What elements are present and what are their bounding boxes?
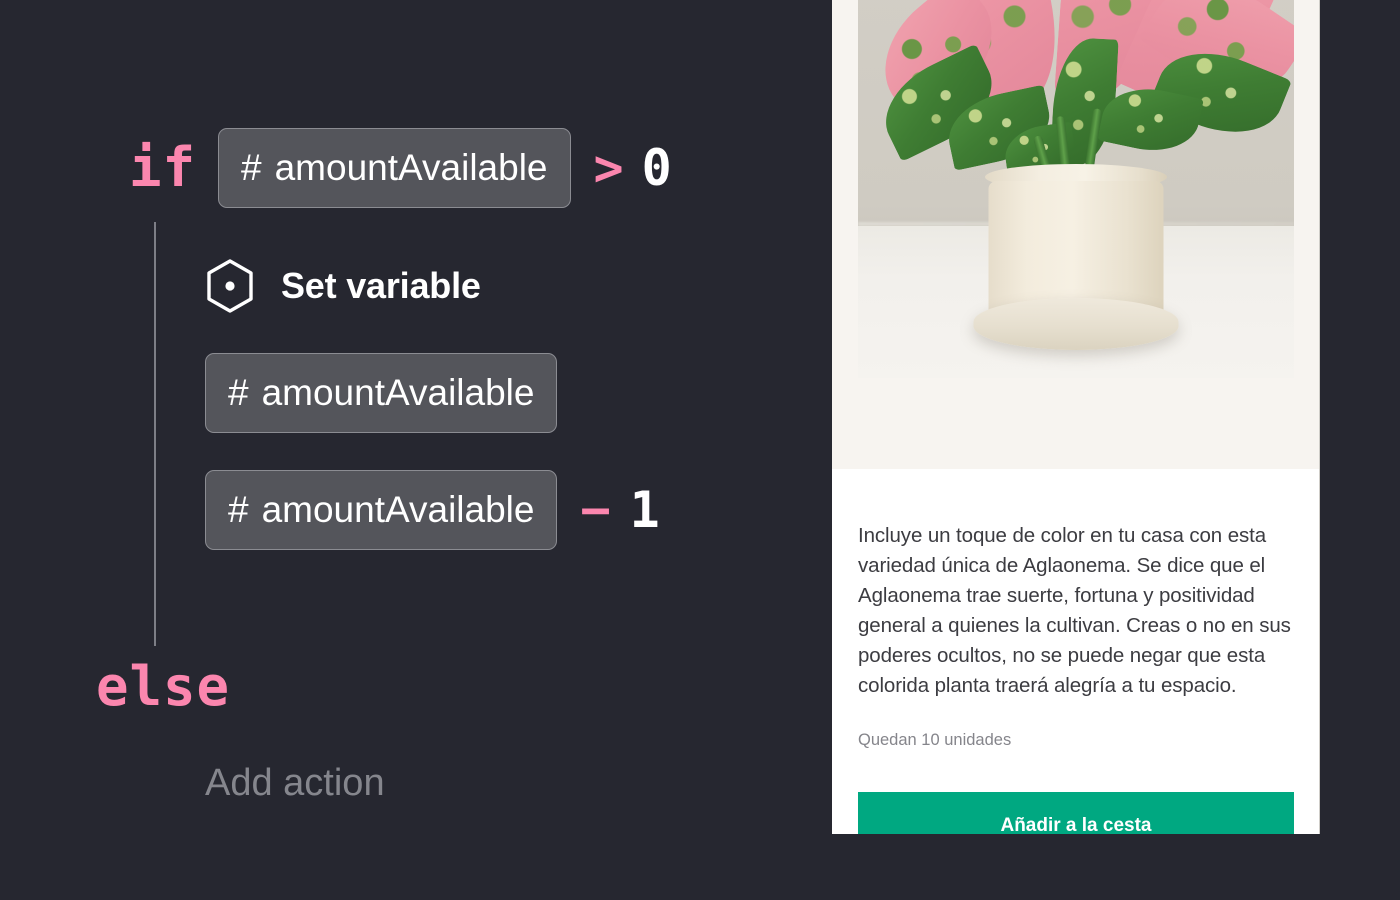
expression-variable-name: amountAvailable bbox=[261, 489, 535, 530]
variable-hash-icon: # bbox=[228, 372, 249, 413]
product-description: Incluye un toque de color en tu casa con… bbox=[858, 524, 1291, 697]
stock-status-text: Quedan 10 unidades bbox=[858, 730, 1012, 749]
variable-hash-icon: # bbox=[241, 147, 262, 188]
add-action-button[interactable]: Add action bbox=[205, 762, 385, 805]
pot-saucer bbox=[973, 298, 1179, 350]
variable-hash-icon: # bbox=[228, 489, 249, 530]
else-branch-row: else bbox=[96, 660, 230, 714]
if-condition-row: if # amountAvailable > 0 bbox=[129, 128, 672, 208]
condition-variable-chip[interactable]: # amountAvailable bbox=[218, 128, 571, 208]
set-variable-action-header[interactable]: Set variable bbox=[205, 258, 481, 314]
flow-editor-canvas: if # amountAvailable > 0 Set variable # … bbox=[0, 0, 832, 900]
set-variable-expression-row: # amountAvailable − 1 bbox=[205, 470, 660, 550]
expression-variable-chip[interactable]: # amountAvailable bbox=[205, 470, 558, 550]
target-variable-name: amountAvailable bbox=[261, 372, 535, 413]
expression-value[interactable]: 1 bbox=[630, 485, 660, 535]
target-variable-chip[interactable]: # amountAvailable bbox=[205, 353, 558, 433]
else-keyword: else bbox=[96, 655, 231, 718]
if-keyword: if bbox=[129, 136, 197, 199]
add-to-cart-button[interactable]: Añadir a la cesta bbox=[858, 791, 1294, 834]
condition-operator: > bbox=[593, 139, 624, 197]
expression-operator: − bbox=[580, 481, 611, 539]
product-photo bbox=[858, 0, 1294, 378]
product-card-body: Incluye un toque de color en tu casa con… bbox=[832, 469, 1319, 834]
branch-connector-line bbox=[154, 222, 156, 646]
condition-value[interactable]: 0 bbox=[642, 143, 672, 193]
condition-variable-name: amountAvailable bbox=[274, 147, 548, 188]
action-title: Set variable bbox=[281, 265, 481, 306]
hexagon-dot-icon bbox=[207, 259, 253, 313]
product-card-preview: Incluye un toque de color en tu casa con… bbox=[832, 0, 1320, 834]
set-variable-target-row: # amountAvailable bbox=[205, 353, 558, 433]
product-image-frame bbox=[832, 0, 1319, 469]
